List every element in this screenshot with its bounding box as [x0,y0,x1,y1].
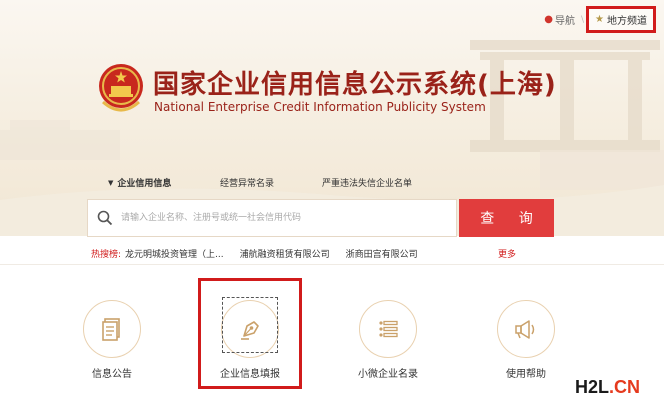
local-channel-link[interactable]: ★ 地方频道 [586,6,656,33]
hot-search-label: 热搜榜: [91,250,122,260]
caret-down-icon: ▼ [108,178,114,187]
function-label: 信息公告 [92,369,132,380]
small-micro-enterprise-directory-button[interactable] [359,300,417,358]
tab-abnormal-operations[interactable]: 经营异常名录 [220,176,322,189]
location-pin-icon: ● [544,14,553,25]
usage-help-button[interactable] [497,300,555,358]
more-link[interactable]: 更多 [498,247,516,260]
tab-label: 严重违法失信企业名单 [322,179,413,189]
highlight-box [198,278,302,389]
search-tabs: ▼ 企业信用信息 经营异常名录 严重违法失信企业名单 [108,176,412,190]
hot-search-item[interactable]: 浙商田宫有限公司 [346,247,418,260]
search-input[interactable] [121,203,456,233]
hot-search-item[interactable]: 龙元明城投资管理（上... [125,247,224,260]
local-channel-label: 地方频道 [607,16,647,27]
search-icon [97,210,113,226]
site-title-english: National Enterprise Credit Information P… [154,100,486,114]
list-icon [379,320,398,338]
site-title-chinese: 国家企业信用信息公示系统(上海) [153,70,557,100]
function-label: 使用帮助 [506,369,546,380]
star-icon: ★ [595,14,604,25]
nav-label: 导航 [554,16,575,27]
tab-serious-violations[interactable]: 严重违法失信企业名单 [322,176,412,189]
tab-label: 企业信用信息 [117,179,172,189]
megaphone-icon [515,320,535,339]
watermark-part: H2L [575,377,610,397]
watermark-logo: H2L.CN [575,377,640,398]
function-label: 小微企业名录 [358,369,418,380]
tab-enterprise-credit[interactable]: ▼ 企业信用信息 [108,176,220,190]
watermark-part: .CN [609,377,641,397]
nav-separator: \ [580,14,585,25]
national-emblem-logo [99,64,143,112]
hot-search-bar: 热搜榜: 龙元明城投资管理（上... 浦航融资租赁有限公司 浙商田宫有限公司 [91,247,521,260]
section-divider [0,264,664,265]
nav-link[interactable]: ● 导航 [540,8,579,31]
top-navigation: ● 导航 \ ★ 地方频道 [540,6,656,33]
document-icon [102,318,120,341]
search-box [87,199,457,237]
search-button[interactable]: 查 询 [459,199,554,237]
info-announcement-button[interactable] [83,300,141,358]
tab-label: 经营异常名录 [220,179,275,189]
hot-search-item[interactable]: 浦航融资租赁有限公司 [240,247,330,260]
